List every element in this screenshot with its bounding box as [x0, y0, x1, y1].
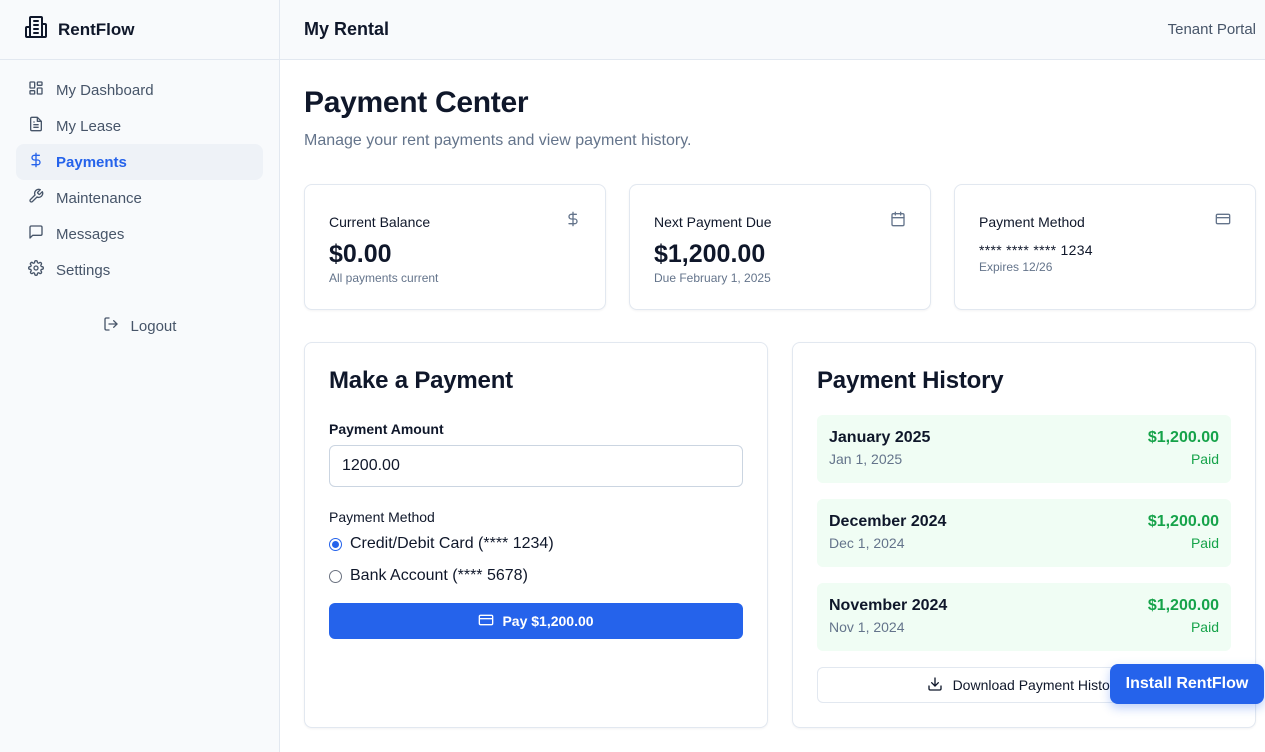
card-value: $0.00	[329, 240, 392, 268]
radio-option-bank[interactable]: Bank Account (**** 5678)	[329, 567, 743, 585]
sidebar-item-label: My Lease	[56, 117, 122, 135]
card-note: Due February 1, 2025	[654, 271, 771, 285]
history-item: December 2024 Dec 1, 2024 $1,200.00 Paid	[817, 499, 1231, 567]
radio-option-card[interactable]: Credit/Debit Card (**** 1234)	[329, 535, 743, 553]
history-status: Paid	[1190, 535, 1219, 551]
calendar-icon	[890, 211, 906, 232]
building-icon	[24, 15, 48, 44]
gear-icon	[28, 260, 44, 280]
pay-button[interactable]: Pay $1,200.00	[329, 603, 743, 639]
dollar-icon	[565, 211, 581, 232]
brand-name: RentFlow	[58, 19, 135, 39]
panel-title: Make a Payment	[329, 367, 513, 394]
history-amount: $1,200.00	[1147, 597, 1219, 614]
history-month: November 2024	[829, 597, 948, 614]
card-label: Next Payment Due	[654, 213, 772, 230]
message-icon	[28, 224, 44, 244]
brand[interactable]: RentFlow	[0, 0, 279, 60]
summary-cards: Current Balance $0.00 All payments curre…	[304, 184, 1256, 310]
history-item: November 2024 Nov 1, 2024 $1,200.00 Paid	[817, 583, 1231, 651]
sidebar-item-label: Maintenance	[56, 189, 142, 207]
sidebar-nav: My Dashboard My Lease Payments Maintenan…	[0, 60, 279, 344]
sidebar-item-label: Payments	[56, 153, 127, 171]
card-label: Current Balance	[329, 213, 431, 230]
wrench-icon	[28, 188, 44, 208]
header-title: My Rental	[304, 19, 390, 39]
history-list: January 2025 Jan 1, 2025 $1,200.00 Paid …	[817, 415, 1231, 651]
sidebar-item-lease[interactable]: My Lease	[16, 108, 263, 144]
radio-label: Bank Account (**** 5678)	[350, 567, 528, 584]
card-note: Expires 12/26	[979, 260, 1053, 274]
download-icon	[927, 676, 943, 695]
radio-button[interactable]	[329, 537, 342, 551]
pay-button-label: Pay $1,200.00	[502, 613, 594, 629]
credit-card-icon	[1215, 211, 1231, 232]
logout-label: Logout	[130, 317, 177, 335]
card-number: **** **** **** 1234	[979, 242, 1093, 258]
top-bar: My Rental Tenant Portal	[280, 0, 1265, 60]
history-month: December 2024	[829, 513, 947, 530]
credit-card-icon	[478, 612, 494, 631]
card-note: All payments current	[329, 271, 439, 285]
page-subtitle: Manage your rent payments and view payme…	[304, 132, 692, 149]
amount-label: Payment Amount	[329, 421, 444, 437]
sidebar-item-settings[interactable]: Settings	[16, 252, 263, 288]
payment-method-card: Payment Method **** **** **** 1234 Expir…	[954, 184, 1256, 310]
history-item: January 2025 Jan 1, 2025 $1,200.00 Paid	[817, 415, 1231, 483]
method-label: Payment Method	[329, 509, 435, 525]
portal-label: Tenant Portal	[1167, 21, 1256, 38]
sidebar-item-maintenance[interactable]: Maintenance	[16, 180, 263, 216]
history-amount: $1,200.00	[1147, 429, 1219, 446]
sidebar-item-label: My Dashboard	[56, 81, 154, 99]
sidebar-item-payments[interactable]: Payments	[16, 144, 263, 180]
logout-button[interactable]: Logout	[16, 308, 263, 344]
radio-button[interactable]	[329, 569, 342, 583]
history-date: Nov 1, 2024	[829, 619, 905, 635]
card-label: Payment Method	[979, 213, 1085, 230]
panel-title: Payment History	[817, 367, 1004, 394]
dashboard-icon	[28, 80, 44, 100]
history-amount: $1,200.00	[1147, 513, 1219, 530]
sidebar: RentFlow My Dashboard My Lease Payments …	[0, 0, 280, 752]
page-title: Payment Center	[304, 86, 529, 119]
payment-amount-input[interactable]	[329, 445, 743, 487]
install-app-button[interactable]: Install RentFlow	[1110, 664, 1264, 704]
make-payment-panel: Make a Payment Payment Amount Payment Me…	[304, 342, 768, 728]
card-value: $1,200.00	[654, 240, 766, 268]
radio-label: Credit/Debit Card (**** 1234)	[350, 535, 554, 552]
history-status: Paid	[1190, 451, 1219, 467]
sidebar-item-label: Settings	[56, 261, 111, 279]
history-month: January 2025	[829, 429, 931, 446]
document-icon	[28, 116, 44, 136]
history-status: Paid	[1190, 619, 1219, 635]
sidebar-item-messages[interactable]: Messages	[16, 216, 263, 252]
sidebar-item-dashboard[interactable]: My Dashboard	[16, 72, 263, 108]
history-date: Dec 1, 2024	[829, 535, 905, 551]
main-content: Payment Center Manage your rent payments…	[304, 60, 1256, 728]
logout-icon	[103, 316, 119, 336]
current-balance-card: Current Balance $0.00 All payments curre…	[304, 184, 606, 310]
download-label: Download Payment History	[952, 677, 1122, 693]
dollar-icon	[28, 152, 44, 172]
sidebar-item-label: Messages	[56, 225, 125, 243]
history-date: Jan 1, 2025	[829, 451, 903, 467]
next-payment-card: Next Payment Due $1,200.00 Due February …	[629, 184, 931, 310]
